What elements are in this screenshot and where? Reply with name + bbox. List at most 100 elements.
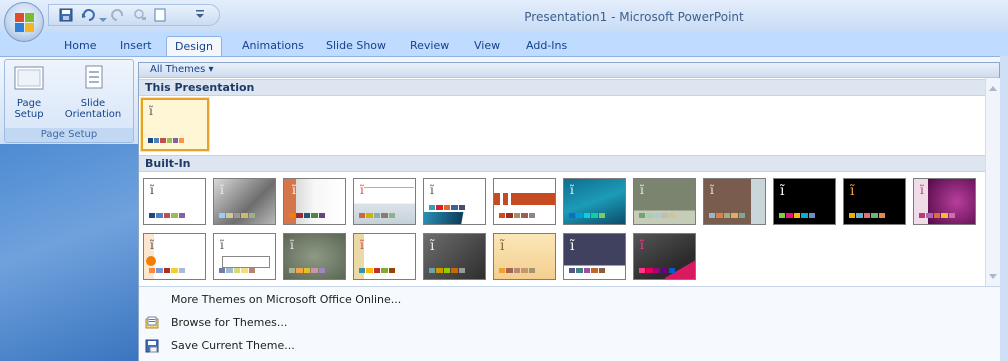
this-presentation-heading: This Presentation (139, 79, 985, 96)
theme-thumb-aspect[interactable]: ĩ (283, 178, 346, 225)
theme-thumb-current[interactable]: ĩ (141, 98, 209, 151)
color-swatches (219, 268, 256, 273)
theme-thumb-concourse[interactable]: ĩ (423, 178, 486, 225)
theme-glyph: ĩ (292, 183, 296, 197)
color-swatches (149, 268, 186, 273)
color-swatches (289, 268, 326, 273)
color-swatches (849, 213, 886, 218)
tab-home[interactable]: Home (56, 36, 104, 56)
office-button[interactable] (4, 2, 44, 42)
theme-thumb-urban[interactable]: ĩ (563, 233, 626, 280)
theme-thumb-metro[interactable]: ĩ (773, 178, 836, 225)
slide-orientation-label: Slide Orientation (64, 98, 122, 120)
tab-review[interactable]: Review (402, 36, 457, 56)
color-swatches (359, 213, 396, 218)
office-logo-icon (15, 13, 34, 32)
theme-thumb-oriel[interactable]: ĩ (143, 233, 206, 280)
color-swatches (149, 213, 186, 218)
theme-thumb-foundry[interactable]: ĩ (633, 178, 696, 225)
theme-glyph: ĩ (640, 183, 644, 197)
tab-insert[interactable]: Insert (112, 36, 160, 56)
color-swatches (919, 213, 956, 218)
theme-glyph: ĩ (360, 238, 364, 252)
theme-box (222, 256, 270, 268)
page-setup-button[interactable]: Page Setup (9, 64, 49, 120)
theme-thumb-origin[interactable]: ĩ (213, 233, 276, 280)
theme-thumb-paper[interactable]: ĩ (283, 233, 346, 280)
title-bar: Presentation1 - Microsoft PowerPoint (0, 0, 1008, 32)
slide-orientation-icon (85, 65, 103, 89)
theme-thumb-verve[interactable]: ĩ (633, 233, 696, 280)
theme-thumb-trek[interactable]: ĩ (493, 233, 556, 280)
ribbon-right-edge (1000, 56, 1008, 361)
page-setup-label: Page Setup (14, 98, 44, 120)
color-swatches (639, 268, 676, 273)
all-themes-filter[interactable]: All Themes ▾ (139, 63, 999, 78)
theme-glyph: ĩ (430, 183, 434, 197)
more-themes-label: More Themes on Microsoft Office Online..… (171, 293, 402, 306)
theme-accent-band (494, 193, 555, 205)
color-swatches (429, 268, 466, 273)
theme-rule (508, 193, 511, 205)
theme-glyph: ĩ (850, 183, 855, 199)
color-swatches (709, 213, 746, 218)
tab-slide-show[interactable]: Slide Show (318, 36, 394, 56)
theme-glyph: ĩ (570, 183, 574, 197)
theme-thumb-flow[interactable]: ĩ (563, 178, 626, 225)
theme-accent-band (424, 212, 485, 224)
browse-for-themes-label: Browse for Themes... (171, 316, 288, 329)
tab-animations[interactable]: Animations (234, 36, 312, 56)
theme-thumb-solstice[interactable]: ĩ (353, 233, 416, 280)
slide-pane-background (0, 144, 138, 361)
theme-glyph: ĩ (150, 183, 154, 197)
page-setup-icon (14, 66, 44, 90)
theme-glyph: ĩ (150, 238, 154, 252)
browse-for-themes-item[interactable]: Browse for Themes... (139, 313, 1000, 333)
save-current-theme-item[interactable]: Save Current Theme... (139, 336, 1000, 356)
theme-thumb-median[interactable]: ĩ (703, 178, 766, 225)
theme-glyph: ĩ (430, 238, 435, 254)
window-title: Presentation1 - Microsoft PowerPoint (524, 10, 744, 24)
scroll-up-arrow-icon[interactable] (989, 86, 997, 91)
theme-thumb-equity[interactable] (493, 178, 556, 225)
save-theme-icon (145, 339, 159, 353)
theme-accent-bar (751, 179, 765, 224)
color-swatches (429, 205, 466, 210)
color-swatches (499, 268, 536, 273)
theme-thumb-office[interactable]: ĩ (143, 178, 206, 225)
more-themes-online-item[interactable]: More Themes on Microsoft Office Online..… (139, 290, 1000, 310)
browse-folder-icon (145, 316, 159, 330)
color-swatches (499, 213, 536, 218)
color-swatches (569, 268, 606, 273)
theme-thumb-civic[interactable]: ĩ (353, 178, 416, 225)
themes-gallery: All Themes ▾ This Presentation ĩ Built-I… (138, 62, 1000, 361)
theme-glyph: ĩ (360, 183, 364, 197)
theme-thumb-opulent[interactable]: ĩ (913, 178, 976, 225)
tab-add-ins[interactable]: Add-Ins (518, 36, 575, 56)
theme-rule (500, 193, 503, 205)
theme-accent-dot (146, 256, 156, 266)
color-swatches (569, 213, 606, 218)
color-swatches (639, 213, 676, 218)
page-setup-group: Page Setup Slide Orientation Page Setup (4, 59, 134, 143)
theme-thumb-module[interactable]: ĩ (843, 178, 906, 225)
color-swatches (148, 138, 185, 143)
color-swatches (359, 268, 396, 273)
gallery-scrollbar[interactable] (985, 78, 1000, 286)
theme-thumb-apex[interactable]: ĩ (213, 178, 276, 225)
theme-glyph: ĩ (290, 238, 294, 252)
theme-glyph: ĩ (220, 238, 224, 252)
theme-glyph: ĩ (640, 238, 644, 252)
tab-design[interactable]: Design (166, 36, 222, 56)
theme-glyph: ĩ (780, 183, 785, 199)
theme-glyph: ĩ (220, 183, 224, 197)
scroll-down-arrow-icon[interactable] (989, 274, 997, 279)
theme-glyph: ĩ (570, 238, 575, 254)
color-swatches (779, 213, 816, 218)
theme-thumb-technic[interactable]: ĩ (423, 233, 486, 280)
theme-glyph: ĩ (149, 104, 153, 118)
ribbon-tabs: Home Insert Design Animations Slide Show… (0, 32, 1008, 56)
slide-orientation-button[interactable]: Slide Orientation (55, 64, 131, 120)
tab-view[interactable]: View (466, 36, 508, 56)
theme-rule (364, 187, 414, 188)
